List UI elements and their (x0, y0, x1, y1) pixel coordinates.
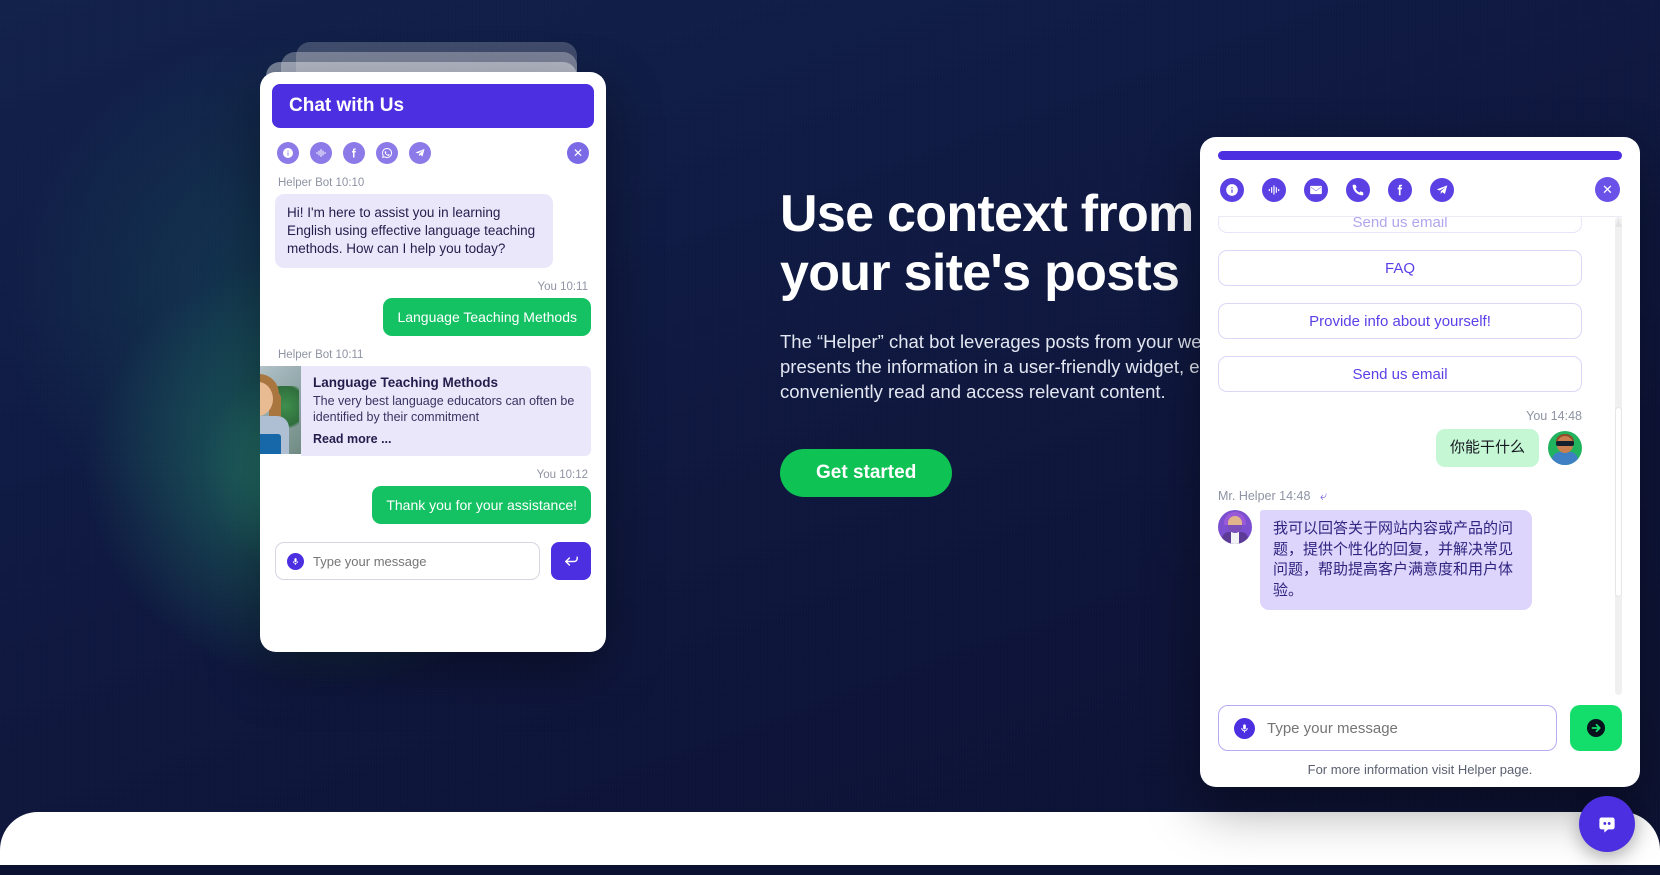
read-more-link[interactable]: Read more ... (313, 432, 579, 446)
message-meta: Mr. Helper 14:48 ⤶ (1218, 488, 1582, 504)
page-title-line-2: your site's posts (780, 244, 1180, 302)
telegram-icon[interactable] (409, 142, 431, 164)
message-meta: Helper Bot 10:11 (278, 349, 364, 361)
reply-arrow-icon[interactable]: ⤶ (1320, 488, 1327, 504)
scrollbar-thumb[interactable] (1615, 407, 1622, 597)
user-message-bubble: 你能干什么 (1435, 429, 1539, 467)
info-icon[interactable] (277, 142, 299, 164)
post-card[interactable]: Language Teaching Methods The very best … (260, 366, 591, 456)
message-input-container[interactable] (1218, 705, 1557, 751)
voice-icon[interactable] (310, 142, 332, 164)
post-thumbnail (260, 366, 301, 454)
scrollbar-track[interactable] (1615, 217, 1622, 695)
get-started-button[interactable]: Get started (780, 449, 953, 497)
message-meta: Helper Bot 10:10 (278, 177, 365, 189)
footer-note: For more information visit Helper page. (1307, 762, 1533, 777)
voice-icon[interactable] (1262, 177, 1286, 202)
channel-icon-row: ✕ (1218, 160, 1622, 217)
bot-message-bubble: Hi! I'm here to assist you in learning E… (275, 194, 553, 268)
avatar (1218, 510, 1252, 544)
telegram-icon[interactable] (1430, 177, 1454, 202)
channel-icon-row: ✕ (272, 128, 594, 164)
widget-accent-bar (1218, 151, 1622, 160)
quick-reply-button[interactable]: FAQ (1218, 250, 1582, 286)
message-input-row (275, 542, 591, 580)
bot-message-bubble: 我可以回答关于网站内容或产品的问题，提供个性化的回复，并解决常见问题，帮助提高客… (1260, 510, 1532, 610)
post-card-body: Language Teaching Methods The very best … (301, 366, 591, 456)
search-input[interactable] (313, 553, 528, 569)
avatar (1548, 431, 1582, 465)
message-meta: You 14:48 (1526, 409, 1582, 423)
message-input-container[interactable] (275, 542, 540, 580)
post-title: Language Teaching Methods (313, 375, 499, 390)
microphone-icon[interactable] (1234, 717, 1255, 739)
send-button[interactable] (1570, 705, 1622, 751)
info-icon[interactable] (1220, 177, 1244, 202)
email-icon[interactable] (1304, 177, 1328, 202)
message-input-row (1218, 705, 1622, 751)
user-message-row: Language Teaching Methods (275, 293, 591, 336)
quick-reply-button[interactable]: Provide info about yourself! (1218, 303, 1582, 339)
chat-widget-header: Chat with Us (272, 84, 594, 128)
message-meta-text: Mr. Helper 14:48 (1218, 489, 1311, 503)
chat-widget-right: ✕ Send us email FAQ Provide info about y… (1200, 137, 1640, 787)
bot-message-row: 我可以回答关于网站内容或产品的问题，提供个性化的回复，并解决常见问题，帮助提高客… (1218, 510, 1582, 610)
chat-scroll-area: Send us email FAQ Provide info about you… (1218, 217, 1622, 695)
message-meta: You 10:11 (537, 281, 588, 293)
chat-widget-left: Chat with Us ✕ Helper Bot 10:10 Hi! I'm … (260, 72, 606, 652)
page-title-line-1: Use context from (780, 185, 1194, 243)
page-bottom-strip (0, 865, 1660, 875)
user-message-bubble: Language Teaching Methods (383, 298, 591, 336)
phone-icon[interactable] (1346, 177, 1370, 202)
widget-footer: For more information visit Helper page. (1218, 695, 1622, 787)
quick-reply-button[interactable]: Send us email (1218, 356, 1582, 392)
scroll-up-arrow-icon[interactable] (1615, 219, 1622, 227)
quick-reply-button[interactable]: Send us email (1218, 217, 1582, 233)
close-icon[interactable]: ✕ (567, 142, 589, 164)
send-button[interactable] (551, 542, 591, 580)
facebook-icon[interactable] (1388, 177, 1412, 202)
user-message-bubble: Thank you for your assistance! (372, 486, 591, 524)
message-input[interactable] (1267, 719, 1541, 737)
facebook-icon[interactable] (343, 142, 365, 164)
whatsapp-icon[interactable] (376, 142, 398, 164)
chat-widget-title: Chat with Us (289, 95, 405, 116)
close-icon[interactable]: ✕ (1595, 177, 1620, 202)
post-description: The very best language educators can oft… (313, 394, 575, 424)
microphone-icon[interactable] (287, 552, 304, 570)
chat-bot-icon (1599, 817, 1615, 833)
user-message-row: 你能干什么 (1218, 429, 1582, 467)
chat-launcher-button[interactable] (1579, 796, 1635, 852)
message-meta: You 10:12 (536, 469, 588, 481)
user-message-row: Thank you for your assistance! (275, 481, 591, 524)
